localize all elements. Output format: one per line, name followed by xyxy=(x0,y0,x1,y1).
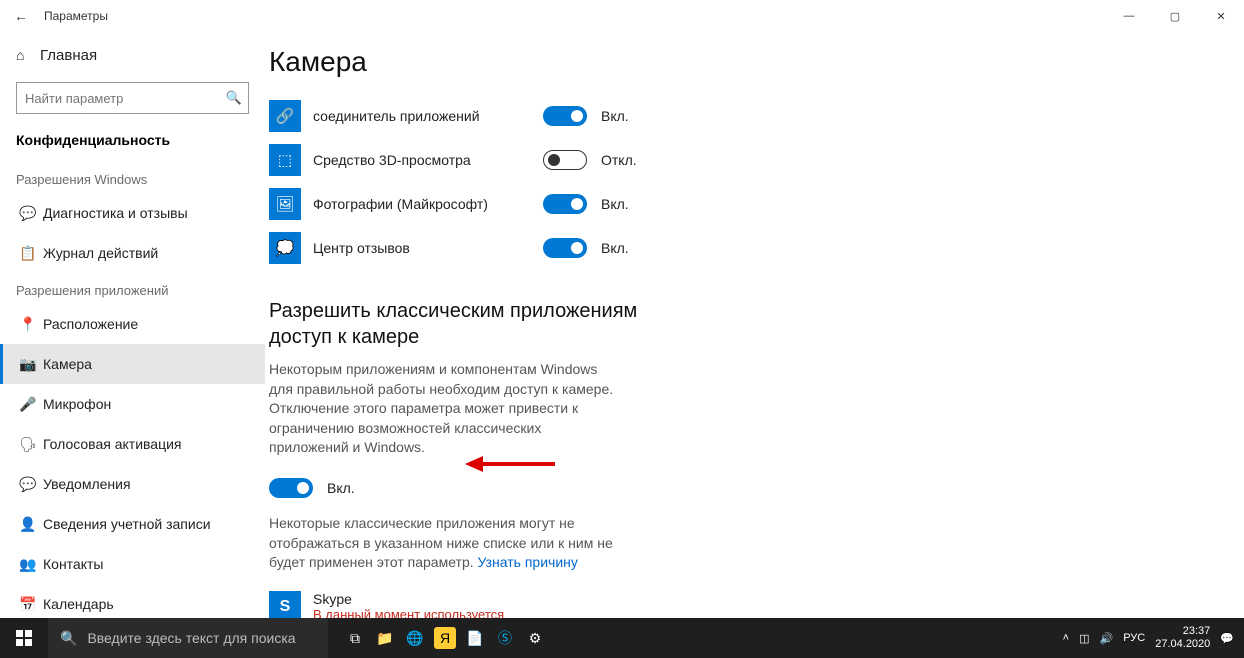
classic-app-status: В данный момент используется xyxy=(313,607,504,618)
group-windows-perms: Разрешения Windows xyxy=(0,162,265,193)
app-toggle[interactable] xyxy=(543,194,587,214)
sidebar-item-label: Голосовая активация xyxy=(43,436,182,452)
sidebar-item[interactable]: 📷Камера xyxy=(0,344,265,384)
app-yandex-icon[interactable]: Я xyxy=(434,627,456,649)
tray-network-icon[interactable]: ◫ xyxy=(1079,632,1089,645)
learn-more-link[interactable]: Узнать причину xyxy=(478,554,578,570)
taskbar: 🔍 Введите здесь текст для поиска ⧉ 📁 🌐 Я… xyxy=(0,618,1244,658)
app-name: Фотографии (Майкрософт) xyxy=(313,196,543,212)
window-controls: — ▢ ✕ xyxy=(1106,0,1244,32)
sidebar: ⌂ Главная 🔍 Конфиденциальность Разрешени… xyxy=(0,32,265,618)
search-input[interactable] xyxy=(17,91,220,106)
sidebar-item-icon: 🗣 xyxy=(19,436,43,453)
app-toggle-label: Вкл. xyxy=(601,108,629,124)
sidebar-item-label: Календарь xyxy=(43,596,114,612)
master-toggle[interactable] xyxy=(269,478,313,498)
classic-app-name: Skype xyxy=(313,591,504,607)
back-button[interactable]: ← xyxy=(14,8,38,24)
sidebar-item[interactable]: 📍Расположение xyxy=(0,304,265,344)
sidebar-item-icon: 👤 xyxy=(19,516,43,533)
home-label: Главная xyxy=(40,47,97,64)
classic-app-row: S Skype В данный момент используется xyxy=(269,591,1220,618)
tray-volume-icon[interactable]: 🔊 xyxy=(1100,632,1114,645)
titlebar: ← Параметры xyxy=(0,0,1244,32)
tray-language[interactable]: РУС xyxy=(1123,632,1145,644)
app-name: Центр отзывов xyxy=(313,240,543,256)
sidebar-item[interactable]: 📋Журнал действий xyxy=(0,233,265,273)
sidebar-item-icon: 💬 xyxy=(19,476,43,493)
app-toggle[interactable] xyxy=(543,150,587,170)
task-view-icon[interactable]: ⧉ xyxy=(340,618,370,658)
group-app-perms: Разрешения приложений xyxy=(0,273,265,304)
app-chrome-icon[interactable]: 🌐 xyxy=(400,618,430,658)
section-note: Некоторые классические приложения могут … xyxy=(269,514,619,573)
sidebar-item-label: Диагностика и отзывы xyxy=(43,205,188,221)
sidebar-item-label: Сведения учетной записи xyxy=(43,516,211,532)
app-toggle-label: Вкл. xyxy=(601,196,629,212)
home-icon: ⌂ xyxy=(16,47,40,63)
sidebar-item[interactable]: 🗣Голосовая активация xyxy=(0,424,265,464)
sidebar-item[interactable]: 👤Сведения учетной записи xyxy=(0,504,265,544)
tray-up-icon[interactable]: ˄ xyxy=(1063,632,1069,644)
app-toggle-label: Вкл. xyxy=(601,240,629,256)
section-description: Некоторым приложениям и компонентам Wind… xyxy=(269,360,619,458)
search-box[interactable]: 🔍 xyxy=(16,82,249,114)
sidebar-item[interactable]: 📅Календарь xyxy=(0,584,265,618)
taskbar-search[interactable]: 🔍 Введите здесь текст для поиска xyxy=(48,618,328,658)
sidebar-item-label: Микрофон xyxy=(43,396,111,412)
app-icon: 🖼 xyxy=(269,188,301,220)
app-toggle[interactable] xyxy=(543,106,587,126)
close-button[interactable]: ✕ xyxy=(1198,0,1244,32)
app-permission-row: 🖼 Фотографии (Майкрософт) Вкл. xyxy=(269,182,1220,226)
taskbar-apps: ⧉ 📁 🌐 Я 📄 Ⓢ ⚙ xyxy=(340,618,550,658)
sidebar-item-icon: 📍 xyxy=(19,316,43,333)
app-skype-icon[interactable]: Ⓢ xyxy=(490,618,520,658)
sidebar-item-icon: 🎤 xyxy=(19,396,43,413)
app-toggle-label: Откл. xyxy=(601,152,637,168)
page-title: Камера xyxy=(269,46,1220,78)
app-icon: 💭 xyxy=(269,232,301,264)
master-toggle-label: Вкл. xyxy=(327,480,355,496)
category-title: Конфиденциальность xyxy=(0,124,265,162)
app-permission-row: ⬚ Средство 3D-просмотра Откл. xyxy=(269,138,1220,182)
tray-notifications-icon[interactable]: 💬 xyxy=(1220,632,1234,645)
sidebar-item[interactable]: 💬Уведомления xyxy=(0,464,265,504)
classic-app-icon: S xyxy=(269,591,301,618)
app-name: Средство 3D-просмотра xyxy=(313,152,543,168)
sidebar-item-label: Уведомления xyxy=(43,476,131,492)
sidebar-item-icon: 📋 xyxy=(19,245,43,262)
sidebar-item-icon: 📷 xyxy=(19,356,43,373)
app-permission-row: 🔗 соединитель приложений Вкл. xyxy=(269,94,1220,138)
search-icon: 🔍 xyxy=(220,90,248,106)
app-toggle[interactable] xyxy=(543,238,587,258)
sidebar-item-label: Расположение xyxy=(43,316,138,332)
search-icon: 🔍 xyxy=(60,630,77,647)
window-title: Параметры xyxy=(44,9,108,23)
sidebar-item-icon: 📅 xyxy=(19,596,43,613)
app-icon: ⬚ xyxy=(269,144,301,176)
maximize-button[interactable]: ▢ xyxy=(1152,0,1198,32)
app-icon: 🔗 xyxy=(269,100,301,132)
start-button[interactable] xyxy=(0,618,48,658)
app-docs-icon[interactable]: 📄 xyxy=(460,618,490,658)
app-permission-row: 💭 Центр отзывов Вкл. xyxy=(269,226,1220,270)
app-name: соединитель приложений xyxy=(313,108,543,124)
tray-clock[interactable]: 23:37 27.04.2020 xyxy=(1155,625,1210,650)
home-link[interactable]: ⌂ Главная xyxy=(0,36,265,74)
sidebar-item-label: Контакты xyxy=(43,556,103,572)
app-explorer-icon[interactable]: 📁 xyxy=(370,618,400,658)
sidebar-item-label: Журнал действий xyxy=(43,245,158,261)
sidebar-item[interactable]: 🎤Микрофон xyxy=(0,384,265,424)
sidebar-item-icon: 👥 xyxy=(19,556,43,573)
sidebar-item-label: Камера xyxy=(43,356,92,372)
sidebar-item[interactable]: 💬Диагностика и отзывы xyxy=(0,193,265,233)
section-heading: Разрешить классическим приложениям досту… xyxy=(269,298,649,350)
app-settings-icon[interactable]: ⚙ xyxy=(520,618,550,658)
sidebar-item-icon: 💬 xyxy=(19,205,43,222)
minimize-button[interactable]: — xyxy=(1106,0,1152,32)
main-content: Камера 🔗 соединитель приложений Вкл. ⬚ С… xyxy=(265,32,1244,618)
sidebar-item[interactable]: 👥Контакты xyxy=(0,544,265,584)
